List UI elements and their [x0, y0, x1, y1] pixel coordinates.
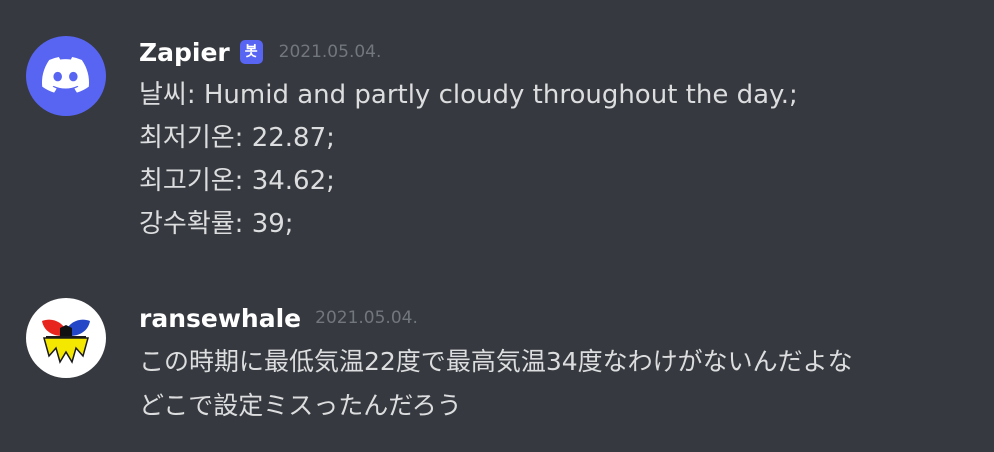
message-header: Zapier 봇 2021.05.04.	[139, 30, 974, 74]
bot-badge: 봇	[239, 40, 263, 64]
message-line: この時期に最低気温22度で最高気温34度なわけがないんだよな	[139, 347, 853, 376]
timestamp[interactable]: 2021.05.04.	[279, 42, 382, 62]
message-content: Zapier 봇 2021.05.04. 날씨: Humid and partl…	[139, 30, 974, 246]
username[interactable]: ransewhale	[139, 304, 301, 333]
message-line-max-temp: 최고기온: 34.62;	[139, 166, 335, 196]
message-line: どこで設定ミスったんだろう	[139, 391, 462, 420]
message-line-precipitation: 강수확률: 39;	[139, 209, 294, 239]
message-line-weather: 날씨: Humid and partly cloudy throughout t…	[139, 80, 798, 110]
timestamp[interactable]: 2021.05.04.	[315, 308, 418, 328]
message-header: ransewhale 2021.05.04.	[139, 296, 974, 340]
message-content: ransewhale 2021.05.04. この時期に最低気温22度で最高気温…	[139, 296, 974, 428]
discord-logo-icon[interactable]	[26, 36, 106, 116]
username[interactable]: Zapier	[139, 38, 230, 67]
message-line-min-temp: 최저기온: 22.87;	[139, 123, 335, 153]
whale-avatar-icon[interactable]	[26, 298, 106, 378]
